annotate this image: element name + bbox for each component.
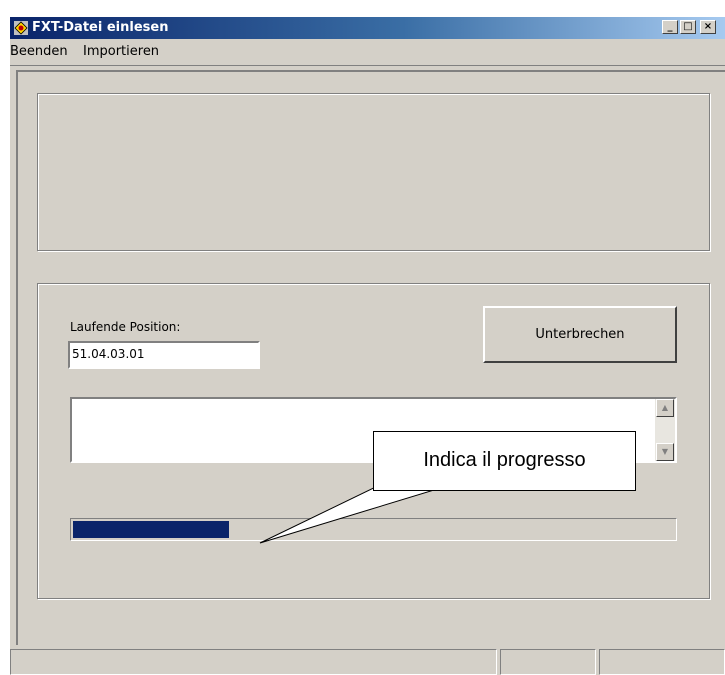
progress-fill [73, 521, 229, 538]
maximize-button[interactable]: □ [680, 20, 696, 34]
status-bar [10, 646, 725, 675]
close-button[interactable]: × [700, 20, 716, 34]
scroll-down-icon: ▼ [661, 447, 669, 456]
app-icon [14, 21, 28, 35]
status-pane-3 [599, 649, 725, 675]
window-title: FXT-Datei einlesen [32, 20, 169, 35]
position-field[interactable]: 51.04.03.01 [68, 341, 260, 369]
menu-item-importieren[interactable]: Importieren [83, 44, 159, 59]
callout-box: Indica il progresso [373, 431, 636, 491]
position-label: Laufende Position: [70, 320, 181, 334]
maximize-icon: □ [683, 21, 693, 32]
scroll-down-button[interactable]: ▼ [656, 443, 674, 461]
interrupt-button[interactable]: Unterbrechen [483, 306, 677, 363]
menu-bar: Beenden Importieren [10, 39, 725, 66]
upper-groupbox [37, 93, 710, 251]
scroll-up-button[interactable]: ▲ [656, 399, 674, 417]
client-area: Laufende Position: 51.04.03.01 Unterbrec… [10, 66, 725, 675]
window-titlebar[interactable]: FXT-Datei einlesen _ □ × [10, 17, 725, 39]
menu-item-beenden[interactable]: Beenden [10, 44, 68, 59]
log-scrollbar[interactable]: ▲ ▼ [655, 399, 675, 461]
minimize-icon: _ [667, 21, 673, 32]
minimize-button[interactable]: _ [662, 20, 678, 34]
status-pane-2 [500, 649, 596, 675]
close-icon: × [703, 21, 713, 32]
scroll-up-icon: ▲ [661, 403, 669, 412]
status-pane-1 [10, 649, 497, 675]
